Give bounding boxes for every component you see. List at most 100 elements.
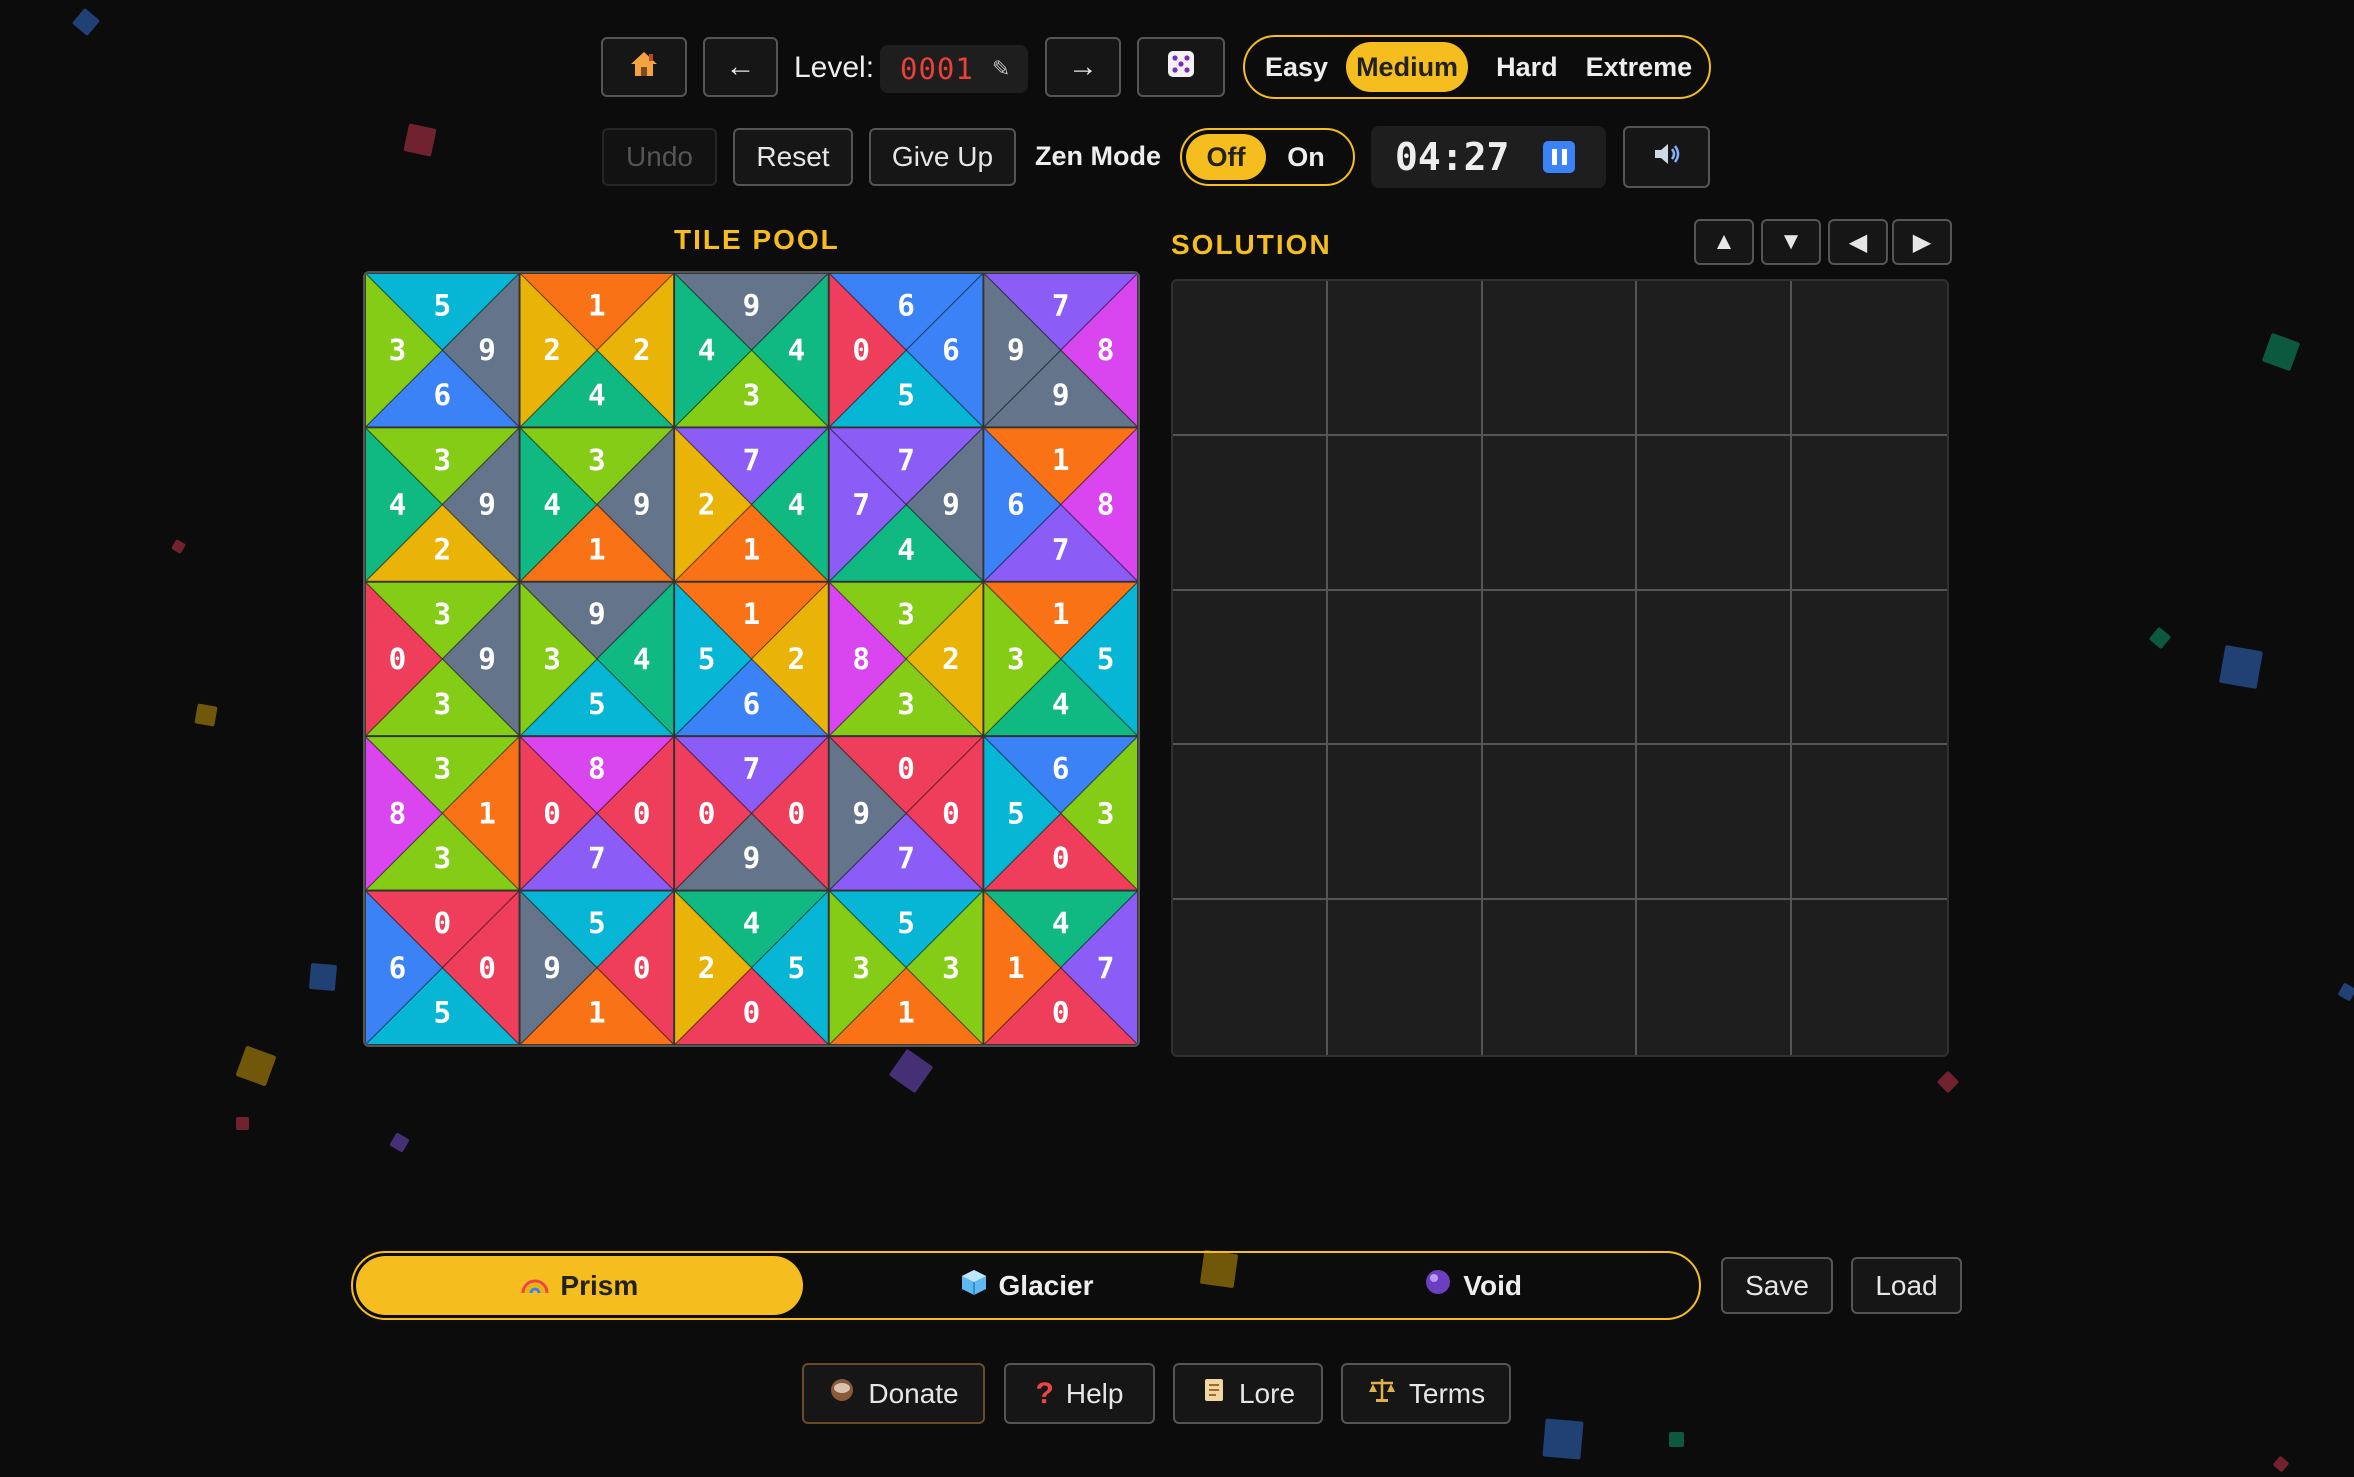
pool-tile[interactable]: 1543 [981, 580, 1138, 738]
pool-tile[interactable]: 6305 [981, 734, 1138, 893]
theme-glacier[interactable]: Glacier [803, 1256, 1250, 1315]
tile-number-top: 3 [588, 443, 606, 477]
theme-void[interactable]: Void [1249, 1256, 1696, 1315]
pool-tile[interactable]: 6650 [827, 273, 985, 429]
pool-tile[interactable]: 3914 [518, 425, 676, 584]
lore-label: Lore [1238, 1377, 1296, 1409]
pool-tile[interactable]: 4502 [672, 889, 831, 1045]
solution-cell[interactable] [1327, 590, 1483, 746]
solution-cell[interactable] [1792, 745, 1947, 901]
solution-cell[interactable] [1792, 900, 1947, 1055]
dice-icon [1164, 47, 1198, 88]
tile-number-top: 4 [743, 906, 761, 940]
tile-number-bottom: 4 [897, 532, 915, 566]
pool-tile[interactable]: 4701 [981, 889, 1138, 1045]
tile-number-left: 7 [852, 488, 870, 522]
shift-up-button[interactable]: ▲ [1694, 219, 1754, 265]
sound-toggle-button[interactable] [1623, 126, 1710, 188]
next-level-button[interactable]: → [1045, 37, 1121, 97]
reset-button[interactable]: Reset [733, 128, 853, 186]
solution-cell[interactable] [1173, 590, 1328, 746]
difficulty-hard[interactable]: Hard [1486, 42, 1568, 92]
home-button[interactable] [601, 37, 687, 97]
tile-number-left: 0 [852, 333, 870, 367]
solution-cell[interactable] [1327, 435, 1483, 591]
tile-number-bottom: 7 [1052, 532, 1070, 566]
solution-cell[interactable] [1637, 590, 1793, 746]
solution-cell[interactable] [1637, 435, 1793, 591]
pool-tile[interactable]: 1265 [672, 580, 831, 738]
random-level-button[interactable] [1137, 37, 1225, 97]
help-button[interactable]: ? Help [1004, 1363, 1155, 1424]
load-button[interactable]: Load [1851, 1257, 1962, 1314]
solution-cell[interactable] [1482, 281, 1638, 436]
tile-number-right: 2 [787, 642, 805, 676]
pool-tile[interactable]: 5963 [365, 273, 522, 429]
solution-cell[interactable] [1327, 281, 1483, 436]
lore-button[interactable]: Lore [1173, 1363, 1323, 1424]
tile-number-left: 0 [543, 796, 561, 830]
tile-number-left: 2 [543, 333, 561, 367]
pool-tile[interactable]: 0056 [365, 889, 522, 1045]
solution-cell[interactable] [1173, 745, 1328, 901]
level-input[interactable]: 0001 ✎ [880, 45, 1028, 93]
solution-cell[interactable] [1482, 590, 1638, 746]
difficulty-extreme[interactable]: Extreme [1576, 42, 1703, 92]
tile-number-bottom: 3 [897, 687, 915, 721]
shift-down-button[interactable]: ▼ [1761, 219, 1821, 265]
solution-cell[interactable] [1173, 435, 1328, 591]
solution-cell[interactable] [1482, 435, 1638, 591]
zen-off-option[interactable]: Off [1186, 134, 1266, 180]
previous-level-button[interactable]: ← [703, 37, 778, 97]
solution-cell[interactable] [1173, 900, 1328, 1055]
pool-tile[interactable]: 9434 [672, 273, 831, 429]
solution-cell[interactable] [1173, 281, 1328, 436]
pool-tile[interactable]: 3138 [365, 734, 522, 893]
shift-left-button[interactable]: ◀ [1828, 219, 1888, 265]
shift-right-button[interactable]: ▶ [1892, 219, 1952, 265]
solution-cell[interactable] [1792, 591, 1947, 746]
donate-button[interactable]: Donate [802, 1363, 985, 1424]
tile-number-left: 4 [543, 488, 561, 522]
pool-tile[interactable]: 7899 [981, 273, 1138, 429]
pool-tile[interactable]: 7412 [672, 425, 831, 584]
pool-tile[interactable]: 8070 [518, 734, 676, 893]
solution-cell[interactable] [1637, 900, 1793, 1055]
confetti-square [389, 1132, 410, 1153]
coffee-icon [828, 1376, 856, 1411]
difficulty-medium[interactable]: Medium [1346, 42, 1469, 92]
zen-on-option[interactable]: On [1266, 134, 1346, 180]
solution-cell[interactable] [1637, 281, 1793, 436]
solution-cell[interactable] [1792, 281, 1947, 436]
pool-tile[interactable]: 1876 [981, 425, 1138, 584]
pool-tile[interactable]: 5019 [518, 889, 676, 1045]
pool-tile[interactable]: 7947 [827, 425, 985, 584]
undo-button[interactable]: Undo [602, 128, 717, 186]
difficulty-easy[interactable]: Easy [1255, 42, 1338, 92]
terms-button[interactable]: Terms [1341, 1363, 1511, 1424]
pool-tile[interactable]: 3930 [365, 580, 522, 738]
pool-tile[interactable]: 0079 [827, 734, 985, 893]
tile-number-right: 9 [478, 642, 496, 676]
pool-tile[interactable]: 1242 [518, 273, 676, 429]
pool-tile[interactable]: 7090 [672, 734, 831, 893]
pause-icon[interactable] [1543, 141, 1576, 173]
solution-cell[interactable] [1482, 745, 1638, 901]
pool-tile[interactable]: 3238 [827, 580, 985, 738]
pool-tile[interactable]: 5313 [827, 889, 985, 1045]
level-number: 0001 [900, 52, 974, 86]
pool-tile[interactable]: 3924 [365, 425, 522, 584]
pool-tile[interactable]: 9453 [518, 580, 676, 738]
solution-cell[interactable] [1637, 745, 1793, 901]
give-up-button[interactable]: Give Up [869, 128, 1016, 186]
solution-cell[interactable] [1792, 436, 1947, 591]
theme-prism[interactable]: Prism [356, 1256, 803, 1315]
purple-orb-icon [1423, 1267, 1453, 1304]
tile-number-bottom: 7 [897, 841, 915, 875]
confetti-square [2218, 644, 2264, 690]
tile-number-right: 0 [787, 796, 805, 830]
save-button[interactable]: Save [1721, 1257, 1833, 1314]
solution-cell[interactable] [1328, 900, 1483, 1055]
solution-cell[interactable] [1483, 900, 1638, 1055]
solution-cell[interactable] [1327, 745, 1483, 901]
